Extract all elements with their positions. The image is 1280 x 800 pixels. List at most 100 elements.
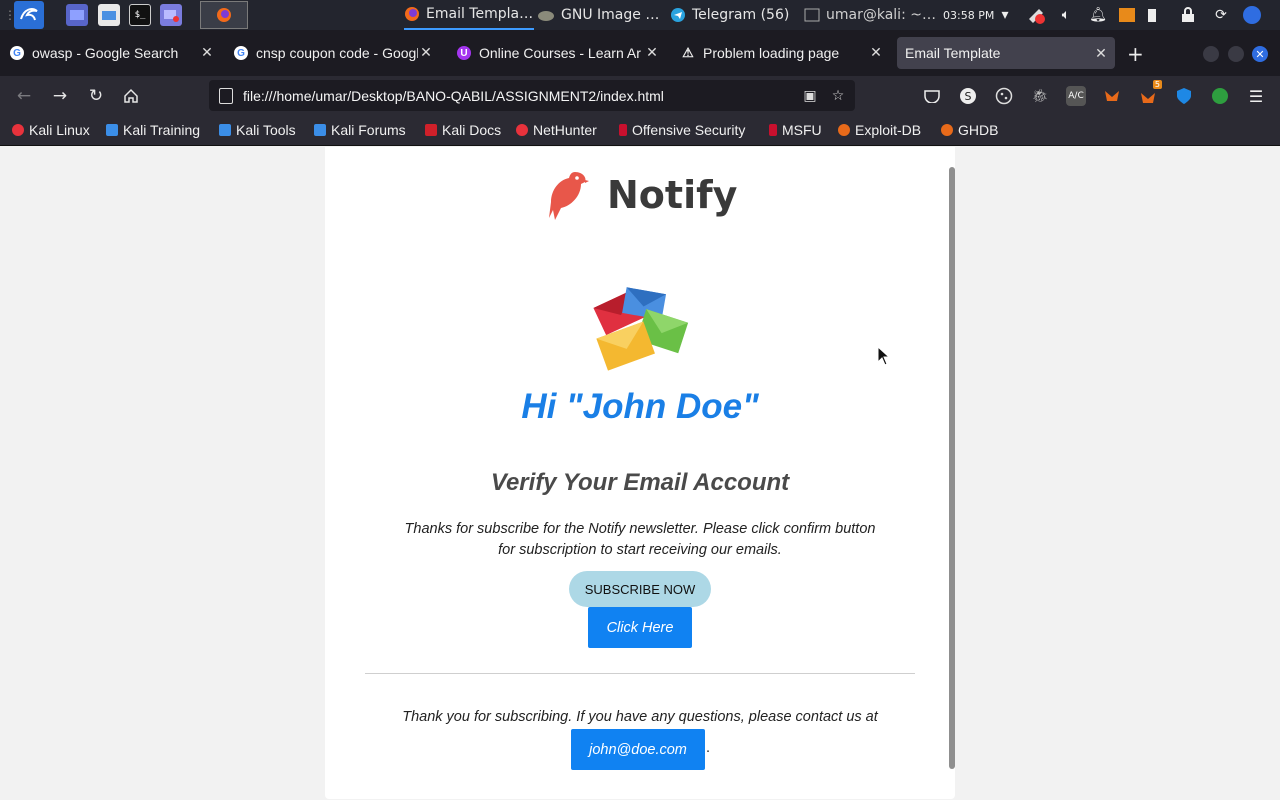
close-icon[interactable]: ✕: [644, 44, 660, 61]
wifi-icon[interactable]: ▾: [995, 0, 1015, 30]
new-tab-button[interactable]: +: [1127, 42, 1144, 66]
pocket-icon[interactable]: [922, 86, 942, 106]
task-label: Email Templa…: [426, 6, 534, 22]
firefox-icon: [217, 8, 231, 22]
exploit-db-icon: [838, 124, 850, 136]
footer-text: Thank you for subscribing. If you have a…: [402, 709, 878, 725]
arrow-left-icon: ←: [16, 86, 32, 106]
warning-icon: ⚠: [682, 45, 694, 60]
telegram-icon: [671, 8, 685, 22]
record-icon: [164, 10, 179, 22]
close-icon[interactable]: ✕: [1093, 45, 1109, 62]
tab-online-courses[interactable]: U Online Courses - Learn Ar ✕: [457, 38, 660, 68]
shield-icon[interactable]: [1174, 86, 1194, 106]
cookie-icon[interactable]: [994, 86, 1014, 106]
click-here-button[interactable]: Click Here: [588, 607, 692, 648]
green-extension-icon[interactable]: [1210, 86, 1230, 106]
address-bar[interactable]: file:///home/umar/Desktop/BANO-QABIL/ASS…: [209, 80, 855, 111]
bookmark-kali-docs[interactable]: Kali Docs: [425, 122, 501, 138]
google-icon: G: [234, 46, 248, 60]
bookmark-label: Kali Linux: [29, 122, 90, 138]
bookmark-msfu[interactable]: MSFU: [769, 122, 822, 138]
workspace-launcher-button[interactable]: [66, 4, 88, 26]
task-terminal[interactable]: umar@kali: ~…: [804, 0, 939, 30]
nethunter-icon: [516, 124, 528, 136]
package-icon: [1119, 8, 1135, 22]
battery-shape: [1148, 9, 1156, 22]
bell-icon[interactable]: 🔔︎: [1088, 0, 1108, 30]
close-icon[interactable]: ✕: [418, 44, 434, 61]
bookmark-star-icon[interactable]: ☆: [827, 88, 849, 104]
bookmark-kali-linux[interactable]: Kali Linux: [12, 122, 90, 138]
foxyproxy-icon[interactable]: [1102, 86, 1122, 106]
folder-icon: [102, 11, 116, 20]
terminal-launcher-button[interactable]: $_: [129, 4, 151, 26]
bookmark-kali-forums[interactable]: Kali Forums: [314, 122, 406, 138]
maximize-button[interactable]: [1228, 46, 1244, 62]
tab-problem-loading[interactable]: ⚠ Problem loading page ✕: [681, 38, 884, 68]
msfu-icon: [769, 124, 777, 136]
bookmark-kali-training[interactable]: Kali Training: [106, 122, 200, 138]
extension-badge: 5: [1152, 80, 1162, 89]
kali-menu-button[interactable]: [14, 1, 44, 29]
bookmark-label: Kali Training: [123, 122, 201, 138]
divider: [365, 673, 915, 674]
firefox-launcher-button[interactable]: [200, 1, 248, 29]
contact-email-button[interactable]: john@doe.com: [571, 729, 705, 770]
minimize-button[interactable]: [1203, 46, 1219, 62]
reload-button[interactable]: ↻: [84, 84, 108, 108]
bug-icon[interactable]: 🐞︎: [1030, 86, 1050, 106]
clock[interactable]: 03:58 PM: [943, 0, 994, 30]
close-icon[interactable]: ✕: [868, 44, 884, 61]
subscribe-now-button[interactable]: SUBSCRIBE NOW: [569, 571, 711, 607]
update-icon[interactable]: [1117, 0, 1137, 30]
home-button[interactable]: [119, 84, 143, 108]
lock-icon[interactable]: [1178, 0, 1198, 30]
back-button[interactable]: ←: [12, 84, 36, 108]
close-window-button[interactable]: ✕: [1252, 46, 1268, 62]
brand-logo: Notify: [545, 165, 745, 225]
tab-owasp-search[interactable]: G owasp - Google Search ✕: [10, 38, 215, 68]
bookmark-label: GHDB: [958, 122, 999, 138]
bookmark-label: Offensive Security: [632, 122, 746, 138]
wappalyzer-extension[interactable]: 5: [1138, 80, 1162, 106]
bookmark-kali-tools[interactable]: Kali Tools: [219, 122, 296, 138]
ac-extension-icon[interactable]: A/C: [1066, 86, 1086, 106]
menu-icon[interactable]: ☰: [1246, 86, 1266, 106]
close-icon: ✕: [1255, 47, 1265, 61]
file-manager-button[interactable]: [98, 4, 120, 26]
bookmark-offensive-security[interactable]: Offensive Security: [619, 122, 745, 138]
arrow-right-icon: →: [52, 86, 68, 106]
notifications-tray[interactable]: [1027, 0, 1047, 30]
greeting-heading: Hi "John Doe": [521, 387, 759, 426]
bookmark-ghdb[interactable]: GHDB: [941, 122, 998, 138]
taskbar-grip-icon: ⋮: [4, 8, 16, 22]
cookie-shape: [995, 87, 1013, 105]
power-icon[interactable]: [1240, 0, 1264, 30]
refresh-session-icon[interactable]: ⟳: [1211, 0, 1231, 30]
bookmark-nethunter[interactable]: NetHunter: [516, 122, 597, 138]
task-firefox[interactable]: Email Templa…: [404, 0, 534, 30]
bookmarks-toolbar: Kali Linux Kali Training Kali Tools Kali…: [0, 116, 1280, 146]
bookmark-label: Kali Docs: [442, 122, 502, 138]
fox-shape: [1105, 91, 1119, 101]
volume-icon[interactable]: 🔈︎: [1056, 0, 1076, 30]
udemy-icon: U: [457, 46, 471, 60]
extension-s-icon[interactable]: S: [958, 86, 978, 106]
close-icon[interactable]: ✕: [199, 44, 215, 61]
task-label: GNU Image …: [561, 7, 660, 23]
battery-icon[interactable]: [1142, 0, 1162, 30]
page-scrollbar[interactable]: [949, 167, 955, 769]
forward-button[interactable]: →: [48, 84, 72, 108]
screen-recorder-button[interactable]: [160, 4, 182, 26]
bookmark-exploit-db[interactable]: Exploit-DB: [838, 122, 921, 138]
bookmark-label: Kali Forums: [331, 122, 406, 138]
reader-view-icon[interactable]: ▣: [799, 88, 821, 104]
tab-title: Email Template: [905, 45, 1001, 61]
tab-email-template[interactable]: Email Template ✕: [897, 37, 1115, 69]
gimp-icon: [538, 11, 554, 21]
url-input[interactable]: file:///home/umar/Desktop/BANO-QABIL/ASS…: [243, 88, 799, 104]
tab-cnsp-search[interactable]: G cnsp coupon code - Googl ✕: [234, 38, 434, 68]
task-gimp[interactable]: GNU Image …: [537, 0, 662, 30]
task-telegram[interactable]: Telegram (56): [670, 0, 795, 30]
